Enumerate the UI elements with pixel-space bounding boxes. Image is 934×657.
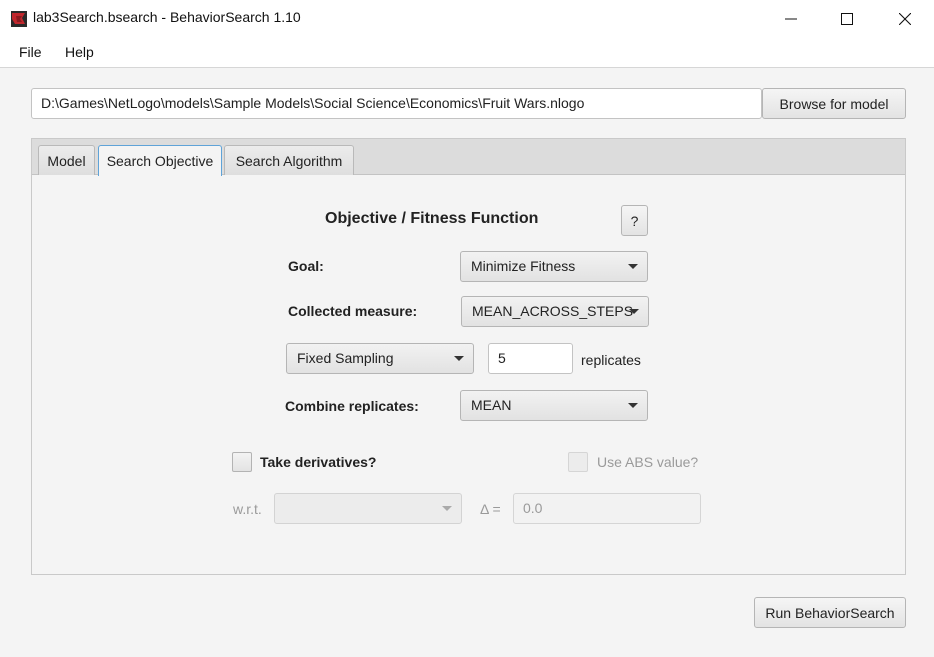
replicates-input[interactable]: 5 <box>488 343 573 374</box>
sampling-value: Fixed Sampling <box>297 350 394 366</box>
menu-bar: File Help <box>0 38 934 68</box>
delta-input[interactable]: 0.0 <box>513 493 701 524</box>
minimize-button[interactable] <box>768 0 814 38</box>
window-title: lab3Search.bsearch - BehaviorSearch 1.10 <box>33 9 301 25</box>
goal-value: Minimize Fitness <box>471 258 576 274</box>
take-derivatives-label: Take derivatives? <box>260 454 377 470</box>
menu-help[interactable]: Help <box>65 44 94 60</box>
combine-replicates-value: MEAN <box>471 397 512 413</box>
collected-measure-label: Collected measure: <box>288 303 418 319</box>
objective-heading: Objective / Fitness Function <box>325 210 539 227</box>
use-abs-value-checkbox[interactable] <box>568 452 588 472</box>
help-button[interactable]: ? <box>621 205 648 236</box>
menu-file[interactable]: File <box>19 44 42 60</box>
wrt-label: w.r.t. <box>233 501 262 517</box>
collected-measure-dropdown[interactable]: MEAN_ACROSS_STEPS <box>461 296 649 327</box>
tab-model[interactable]: Model <box>38 145 95 175</box>
chevron-down-icon <box>454 356 464 361</box>
goal-dropdown[interactable]: Minimize Fitness <box>460 251 648 282</box>
tab-search-objective[interactable]: Search Objective <box>98 145 222 176</box>
tab-search-algorithm[interactable]: Search Algorithm <box>224 145 354 175</box>
take-derivatives-checkbox[interactable] <box>232 452 252 472</box>
combine-replicates-dropdown[interactable]: MEAN <box>460 390 648 421</box>
sampling-dropdown[interactable]: Fixed Sampling <box>286 343 474 374</box>
behaviorsearch-app-icon <box>11 11 27 27</box>
combine-replicates-label: Combine replicates: <box>285 398 419 414</box>
chevron-down-icon <box>442 506 452 511</box>
run-behaviorsearch-button[interactable]: Run BehaviorSearch <box>754 597 906 628</box>
close-button[interactable] <box>882 0 928 38</box>
model-path-field[interactable]: D:\Games\NetLogo\models\Sample Models\So… <box>31 88 762 119</box>
chevron-down-icon <box>628 403 638 408</box>
use-abs-value-label: Use ABS value? <box>597 454 699 470</box>
goal-label: Goal: <box>288 258 324 274</box>
collected-measure-value: MEAN_ACROSS_STEPS <box>472 303 634 319</box>
chevron-down-icon <box>629 309 639 314</box>
close-icon <box>899 13 911 25</box>
maximize-icon <box>841 13 853 25</box>
maximize-button[interactable] <box>824 0 870 38</box>
replicates-label: replicates <box>581 352 641 368</box>
delta-label: Δ = <box>480 501 501 517</box>
browse-for-model-button[interactable]: Browse for model <box>762 88 906 119</box>
wrt-dropdown[interactable] <box>274 493 462 524</box>
minimize-icon <box>785 18 797 20</box>
tab-pane: Model Search Objective Search Algorithm … <box>31 138 906 575</box>
tab-header: Model Search Objective Search Algorithm <box>32 139 905 176</box>
chevron-down-icon <box>628 264 638 269</box>
title-bar: lab3Search.bsearch - BehaviorSearch 1.10 <box>0 0 934 38</box>
